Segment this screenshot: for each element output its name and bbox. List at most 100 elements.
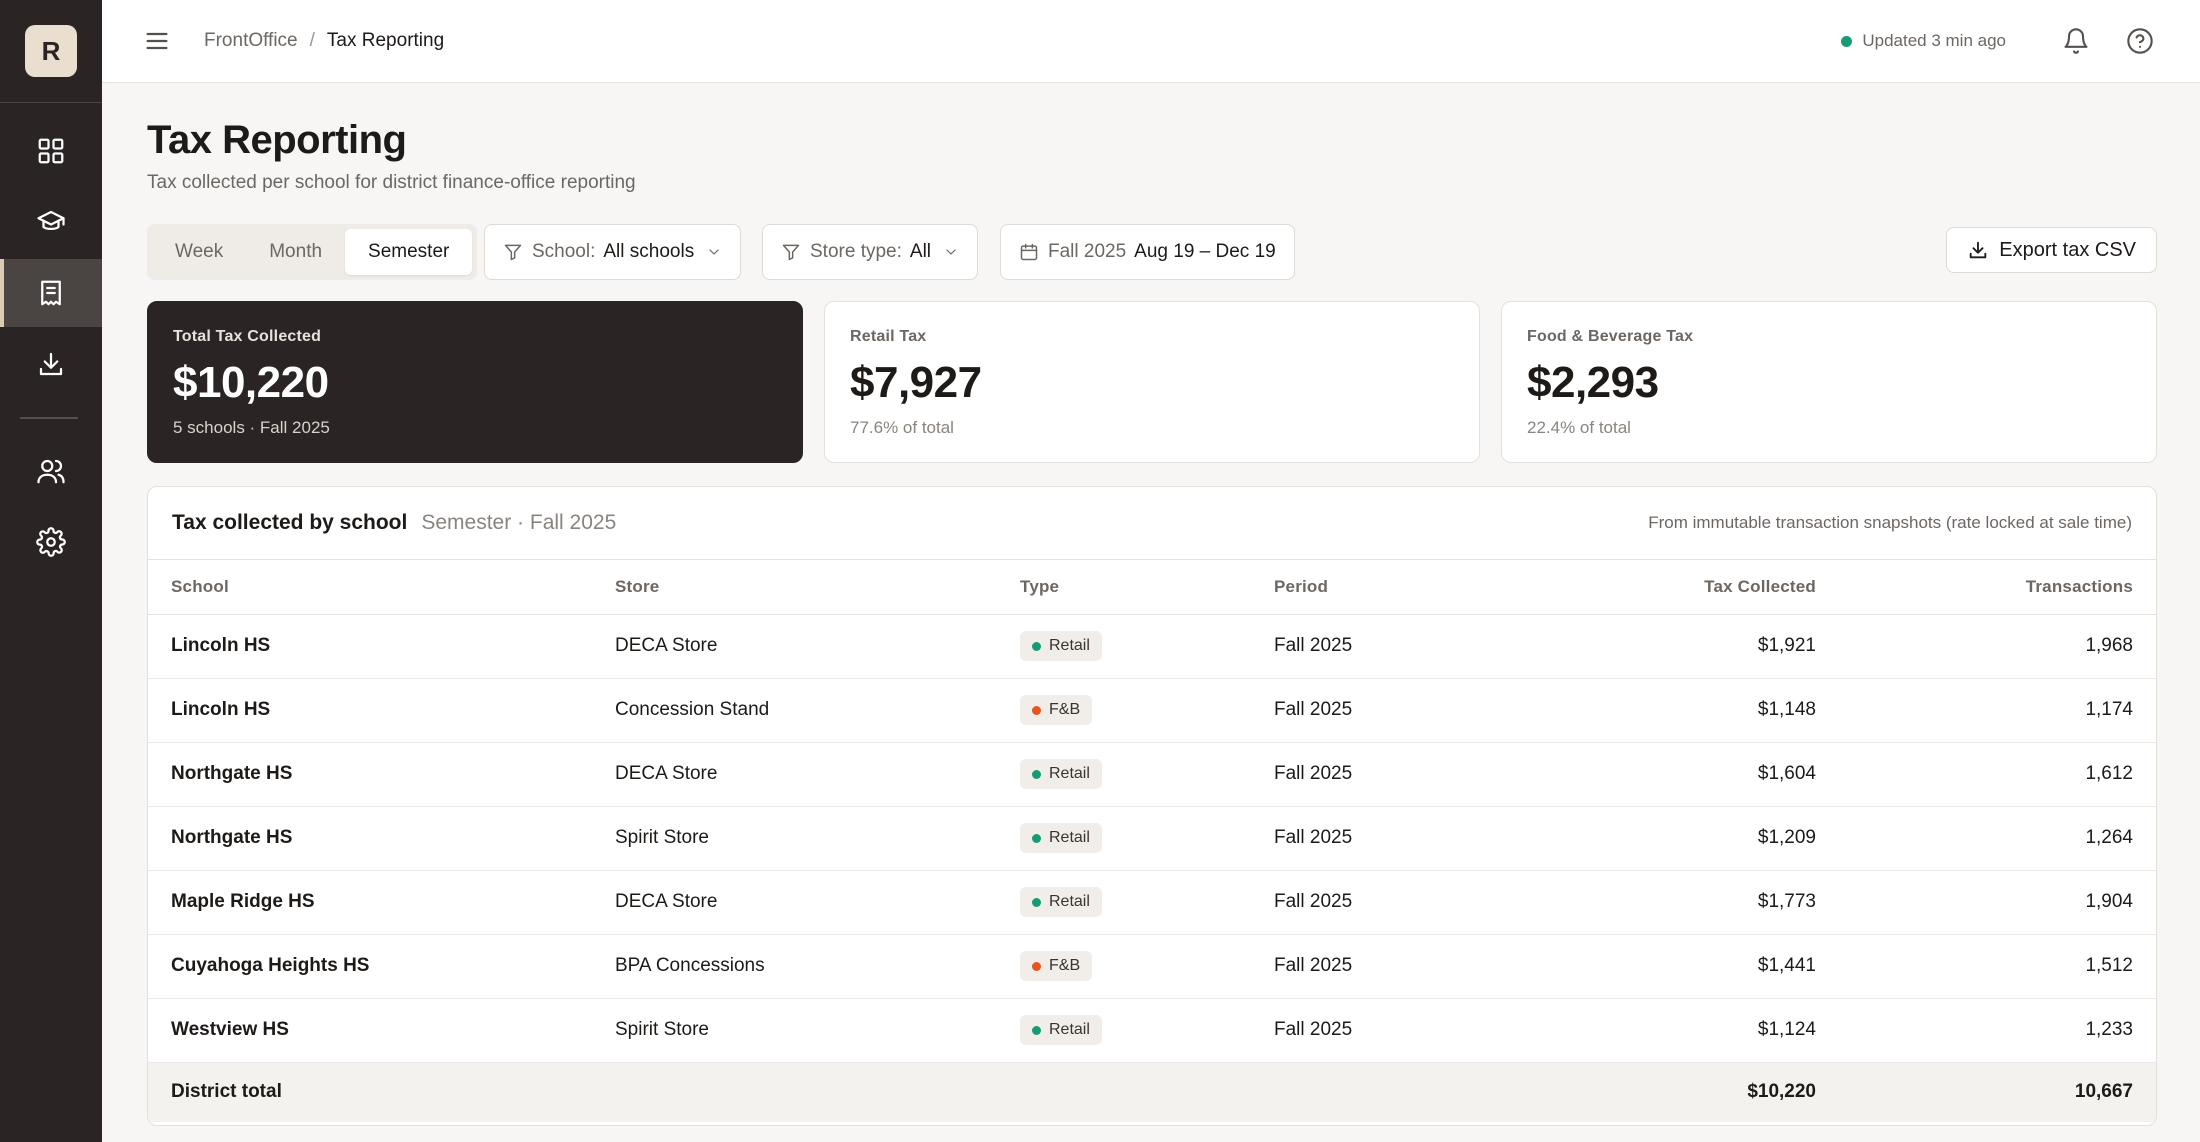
cell-school: Maple Ridge HS — [148, 870, 615, 935]
cell-transactions: 1,612 — [1816, 742, 2156, 807]
cell-period: Fall 2025 — [1274, 998, 1504, 1063]
breadcrumb-root-link[interactable]: FrontOffice — [204, 30, 298, 52]
type-dot — [1032, 897, 1041, 907]
tax-by-school-table-card: Tax collected by school Semester · Fall … — [147, 486, 2157, 1126]
kpi-label: Retail Tax — [850, 328, 927, 345]
cell-transactions: 1,233 — [1816, 998, 2156, 1063]
table-row[interactable]: Westview HS Spirit Store Retail Fall 2025 $1… — [148, 998, 2156, 1063]
column-header-school[interactable]: School — [148, 560, 615, 615]
controls-bar: Week Month Semester School: All schools … — [147, 224, 2157, 280]
type-dot — [1032, 705, 1041, 715]
filter-icon — [782, 244, 800, 261]
kpi-value: $10,220 — [173, 358, 329, 407]
export-button-label: Export tax CSV — [1999, 238, 2136, 261]
app-logo[interactable]: R — [25, 25, 77, 77]
period-semester-button[interactable]: Semester — [345, 229, 473, 275]
kpi-label: Total Tax Collected — [173, 328, 322, 345]
table-row[interactable]: Cuyahoga Heights HS BPA Concessions F&B Fal… — [148, 934, 2156, 999]
export-tax-csv-button[interactable]: Export tax CSV — [1946, 227, 2157, 273]
period-week-button[interactable]: Week — [152, 229, 246, 275]
kpi-subtext: 5 schools · Fall 2025 — [173, 418, 330, 437]
table-row[interactable]: Northgate HS DECA Store Retail Fall 2025 $1,… — [148, 742, 2156, 807]
help-button[interactable] — [2120, 21, 2160, 61]
cell-type: F&B — [1020, 934, 1274, 999]
school-filter-label: School: — [532, 241, 596, 262]
calendar-icon — [1020, 243, 1038, 261]
cell-transactions: 1,512 — [1816, 934, 2156, 999]
date-range-value: Aug 19 – Dec 19 — [1134, 241, 1276, 262]
breadcrumb: FrontOffice / Tax Reporting — [204, 30, 444, 52]
type-badge: Retail — [1020, 887, 1102, 917]
kpi-subtext: 22.4% of total — [1527, 418, 1631, 437]
cell-period: Fall 2025 — [1274, 678, 1504, 743]
bell-icon — [2064, 28, 2088, 54]
filter-icon — [504, 244, 522, 261]
nav-dashboard[interactable] — [0, 117, 102, 185]
nav-divider — [20, 417, 78, 419]
cell-type: F&B — [1020, 678, 1274, 743]
table-body: Lincoln HS DECA Store Retail Fall 2025 $1,92… — [148, 614, 2156, 1063]
store-type-filter-dropdown[interactable]: Store type: All — [762, 224, 979, 280]
date-range-picker[interactable]: Fall 2025 Aug 19 – Dec 19 — [1000, 224, 1295, 280]
notifications-button[interactable] — [2056, 21, 2096, 61]
cell-school: Northgate HS — [148, 806, 615, 871]
sidebar: R — [0, 0, 102, 1142]
kpi-total-tax: Total Tax Collected $10,220 5 schools · … — [147, 301, 803, 463]
kpi-fnb-tax: Food & Beverage Tax $2,293 22.4% of tota… — [1501, 301, 2157, 463]
type-badge-label: Retail — [1049, 893, 1090, 910]
nav-tax-reporting[interactable] — [0, 259, 102, 327]
cell-store: Spirit Store — [615, 806, 1020, 871]
store-type-filter-value: All — [909, 241, 932, 262]
kpi-value: $7,927 — [850, 358, 982, 407]
menu-toggle-button[interactable] — [140, 24, 174, 58]
period-segmented-control: Week Month Semester — [147, 224, 478, 280]
table-row[interactable]: Lincoln HS DECA Store Retail Fall 2025 $1,92… — [148, 614, 2156, 679]
dashboard-grid-icon — [38, 138, 64, 164]
cell-school: Lincoln HS — [148, 614, 615, 679]
nav-settings[interactable] — [0, 508, 102, 576]
type-badge: F&B — [1020, 951, 1093, 981]
cell-store: DECA Store — [615, 614, 1020, 679]
column-header-period[interactable]: Period — [1274, 560, 1504, 615]
cell-period: Fall 2025 — [1274, 806, 1504, 871]
total-transactions-value: 10,667 — [1816, 1062, 2156, 1122]
type-badge: Retail — [1020, 1015, 1102, 1045]
total-label: District total — [148, 1062, 615, 1122]
column-header-tax-collected[interactable]: Tax Collected — [1504, 560, 1816, 615]
type-badge-label: Retail — [1049, 829, 1090, 846]
school-filter-value: All schools — [603, 241, 695, 262]
type-dot — [1032, 961, 1041, 971]
column-header-transactions[interactable]: Transactions — [1816, 560, 2156, 615]
cell-tax-collected: $1,604 — [1504, 742, 1816, 807]
period-month-button[interactable]: Month — [246, 229, 345, 275]
cell-transactions: 1,174 — [1816, 678, 2156, 743]
column-header-type[interactable]: Type — [1020, 560, 1274, 615]
table-row[interactable]: Lincoln HS Concession Stand F&B Fall 2025 $1… — [148, 678, 2156, 743]
type-badge: Retail — [1020, 759, 1102, 789]
cell-school: Northgate HS — [148, 742, 615, 807]
breadcrumb-separator: / — [309, 30, 315, 51]
download-icon — [39, 352, 63, 376]
table-header: Tax collected by school Semester · Fall … — [148, 487, 2156, 560]
cell-type: Retail — [1020, 998, 1274, 1063]
logo-area: R — [0, 0, 102, 103]
table-row[interactable]: Northgate HS Spirit Store Retail Fall 2025 $… — [148, 806, 2156, 871]
cell-school: Cuyahoga Heights HS — [148, 934, 615, 999]
table-header-row: School Store Type Period Tax Collected T… — [148, 560, 2156, 615]
type-badge-label: Retail — [1049, 765, 1090, 782]
nav-users[interactable] — [0, 437, 102, 505]
nav-schools[interactable] — [0, 188, 102, 256]
type-badge-label: F&B — [1049, 957, 1081, 974]
download-icon — [1970, 241, 1987, 259]
kpi-cards: Total Tax Collected $10,220 5 schools · … — [147, 301, 2157, 463]
column-header-store[interactable]: Store — [615, 560, 1020, 615]
nav-exports[interactable] — [0, 330, 102, 398]
cell-store: Spirit Store — [615, 998, 1020, 1063]
page-subtitle: Tax collected per school for district fi… — [147, 172, 636, 193]
cell-store: DECA Store — [615, 742, 1020, 807]
cell-period: Fall 2025 — [1274, 870, 1504, 935]
top-bar: FrontOffice / Tax Reporting Updated 3 mi… — [102, 0, 2200, 83]
table-row[interactable]: Maple Ridge HS DECA Store Retail Fall 2025 $… — [148, 870, 2156, 935]
school-filter-dropdown[interactable]: School: All schools — [484, 224, 742, 280]
cell-tax-collected: $1,148 — [1504, 678, 1816, 743]
